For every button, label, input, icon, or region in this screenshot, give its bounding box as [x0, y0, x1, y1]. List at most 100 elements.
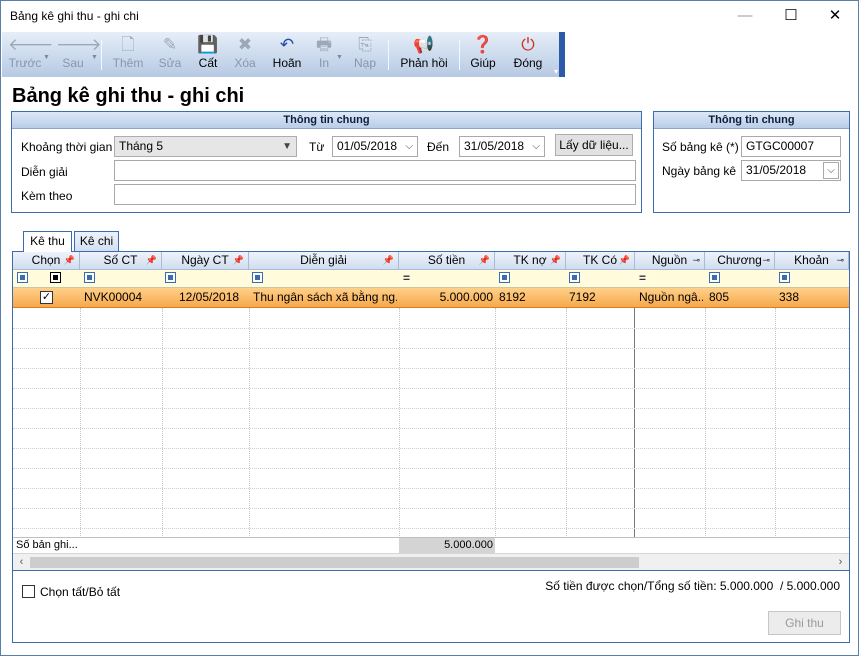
- pin-icon[interactable]: 📌: [383, 252, 394, 269]
- cell-description: Thu ngân sách xã bằng ng...: [253, 290, 397, 304]
- record-receipt-button[interactable]: Ghi thu: [768, 611, 841, 635]
- select-all-label: Chọn tất/Bỏ tất: [40, 585, 121, 599]
- pin-icon[interactable]: 📌: [64, 252, 75, 269]
- save-icon: 💾: [197, 35, 219, 54]
- prev-button[interactable]: 🡐 Trước: [8, 34, 54, 74]
- column-label: TK Có: [582, 253, 617, 267]
- grid-divider: [495, 308, 496, 538]
- page-title: Bảng kê ghi thu - ghi chi: [12, 85, 245, 107]
- delete-button[interactable]: ✖ Xóa: [229, 34, 261, 74]
- pin-icon[interactable]: 📌: [619, 252, 630, 269]
- feedback-button[interactable]: 📢 Phản hồi: [397, 34, 451, 74]
- load-icon: ⎘: [358, 35, 372, 54]
- period-label: Khoảng thời gian: [21, 140, 113, 154]
- from-date-value: 01/05/2018: [337, 139, 398, 153]
- table-row[interactable]: ✓ NVK00004 12/05/2018 Thu ngân sách xã b…: [13, 288, 849, 308]
- undo-button[interactable]: ↶ Hoãn: [269, 34, 305, 74]
- pin-icon[interactable]: ⊸: [762, 252, 770, 269]
- horizontal-scrollbar[interactable]: ‹ ›: [13, 553, 849, 570]
- help-button[interactable]: ❓ Giúp: [467, 34, 499, 74]
- column-header-doc-no[interactable]: Số CT 📌: [80, 252, 162, 270]
- toolbar-separator: [388, 40, 389, 70]
- tab-ke-thu[interactable]: Kê thu: [23, 231, 72, 252]
- period-select[interactable]: Tháng 5 ▼: [114, 136, 297, 157]
- pin-icon[interactable]: 📌: [479, 252, 490, 269]
- pin-icon[interactable]: 📌: [146, 252, 157, 269]
- attach-input[interactable]: [114, 184, 636, 205]
- records-grid: Chọn 📌 Số CT 📌 Ngày CT 📌 Diễn giải 📌 Số …: [12, 251, 850, 571]
- load-button[interactable]: ⎘ Nạp: [349, 34, 381, 74]
- filter-operator-icon[interactable]: [569, 272, 580, 283]
- document-info-header: Thông tin chung: [654, 112, 849, 129]
- filter-operator-icon[interactable]: [252, 272, 263, 283]
- grid-divider: [13, 388, 849, 389]
- document-number-label: Số bảng kê (*): [662, 140, 739, 154]
- grid-divider: [13, 348, 849, 349]
- to-date-picker[interactable]: 31/05/2018 ⌵: [459, 136, 545, 157]
- filter-equals-icon[interactable]: =: [639, 271, 646, 285]
- column-header-amount[interactable]: Số tiền 📌: [399, 252, 495, 270]
- filter-checkbox[interactable]: [50, 272, 61, 283]
- column-label: Nguồn: [651, 253, 688, 267]
- pin-icon[interactable]: 📌: [550, 252, 561, 269]
- cell-credit: 7192: [569, 290, 596, 304]
- document-number-input[interactable]: GTGC00007: [741, 136, 841, 157]
- column-header-source[interactable]: Nguồn ⊸: [635, 252, 705, 270]
- filter-operator-icon[interactable]: [709, 272, 720, 283]
- column-header-debit[interactable]: TK nợ 📌: [495, 252, 566, 270]
- edit-button[interactable]: ✎ Sửa: [154, 34, 186, 74]
- toolbar-options-icon[interactable]: ▾: [554, 68, 563, 76]
- prev-dropdown-icon[interactable]: ▼: [43, 54, 50, 61]
- cell-doc-no: NVK00004: [84, 290, 143, 304]
- from-label: Từ: [309, 140, 325, 154]
- chevron-down-icon[interactable]: ▼: [282, 137, 292, 156]
- cell-source: Nguồn ngâ...: [639, 290, 703, 304]
- arrow-right-icon: 🡒: [56, 35, 102, 54]
- arrow-left-icon: 🡐: [8, 35, 54, 54]
- pin-icon[interactable]: ⊸: [836, 252, 844, 269]
- row-checkbox[interactable]: ✓: [40, 291, 53, 304]
- scrollbar-thumb[interactable]: [30, 557, 639, 568]
- grid-divider: [13, 408, 849, 409]
- close-button[interactable]: ⏻ Đóng: [510, 34, 546, 74]
- add-button[interactable]: 🗋 Thêm: [110, 34, 146, 74]
- print-button[interactable]: 🖶 In: [310, 34, 338, 74]
- filter-operator-icon[interactable]: [84, 272, 95, 283]
- maximize-button[interactable]: ☐: [768, 1, 814, 32]
- pin-icon[interactable]: 📌: [233, 252, 244, 269]
- description-input[interactable]: [114, 160, 636, 181]
- column-header-doc-date[interactable]: Ngày CT 📌: [162, 252, 249, 270]
- filter-equals-icon[interactable]: =: [403, 271, 410, 285]
- filter-operator-icon[interactable]: [17, 272, 28, 283]
- save-button[interactable]: 💾 Cất: [192, 34, 224, 74]
- pin-icon[interactable]: ⊸: [692, 252, 700, 269]
- column-header-description[interactable]: Diễn giải 📌: [249, 252, 399, 270]
- chevron-down-icon[interactable]: ⌵: [532, 137, 540, 156]
- power-icon: ⏻: [521, 35, 535, 54]
- column-header-credit[interactable]: TK Có 📌: [566, 252, 635, 270]
- next-button[interactable]: 🡒 Sau: [56, 34, 102, 74]
- scroll-left-icon[interactable]: ‹: [13, 554, 30, 570]
- minimize-button[interactable]: —: [722, 1, 768, 32]
- column-label: Diễn giải: [300, 253, 347, 267]
- from-date-picker[interactable]: 01/05/2018 ⌵: [332, 136, 418, 157]
- scroll-right-icon[interactable]: ›: [832, 554, 849, 570]
- fetch-data-button[interactable]: Lấy dữ liệu...: [555, 134, 633, 156]
- chevron-down-icon[interactable]: ⌵: [823, 162, 839, 179]
- print-dropdown-icon[interactable]: ▼: [336, 54, 343, 61]
- next-dropdown-icon[interactable]: ▼: [91, 54, 98, 61]
- column-label: TK nợ: [513, 253, 547, 267]
- column-header-chapter[interactable]: Chương ⊸: [705, 252, 775, 270]
- chevron-down-icon[interactable]: ⌵: [405, 137, 413, 156]
- tab-ke-chi[interactable]: Kê chi: [74, 231, 119, 251]
- select-all-checkbox[interactable]: [22, 585, 35, 598]
- document-date-picker[interactable]: 31/05/2018 ⌵: [741, 160, 841, 181]
- filter-operator-icon[interactable]: [499, 272, 510, 283]
- attach-label: Kèm theo: [21, 189, 73, 203]
- column-header-item[interactable]: Khoản ⊸: [775, 252, 849, 270]
- filter-operator-icon[interactable]: [779, 272, 790, 283]
- filter-operator-icon[interactable]: [165, 272, 176, 283]
- close-window-button[interactable]: ✕: [812, 1, 858, 32]
- column-header-select[interactable]: Chọn 📌: [13, 252, 80, 270]
- app-window: Bảng kê ghi thu - ghi chi — ☐ ✕ 🡐 Trước …: [0, 0, 859, 656]
